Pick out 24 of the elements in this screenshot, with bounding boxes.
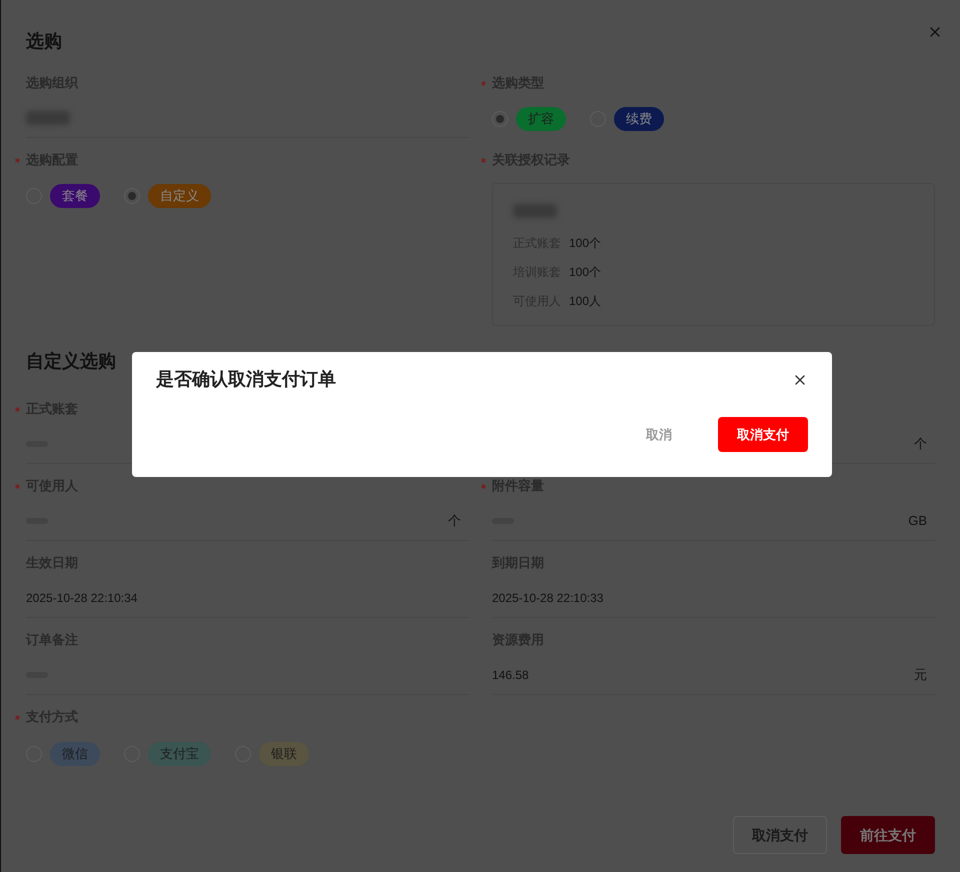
field-value: 146.58 (492, 666, 529, 684)
unit-label: GB (908, 512, 927, 530)
section-title: 自定义选购 (26, 350, 117, 373)
cancel-button[interactable]: 取消 (638, 417, 680, 452)
option-tag[interactable]: 扩容 (516, 107, 566, 131)
radio-button[interactable] (492, 111, 508, 127)
option-tag[interactable]: 微信 (50, 742, 100, 766)
unit-label: 个 (914, 434, 927, 453)
field-value: 2025-10-28 22:10:34 (26, 590, 138, 606)
record-value: 100个 (569, 235, 602, 252)
field-value: 2025-10-28 22:10:33 (492, 590, 604, 606)
record-value: 100个 (569, 264, 602, 281)
unit-label: 元 (914, 666, 927, 684)
confirm-button[interactable]: 取消支付 (718, 417, 808, 452)
radio-button[interactable] (124, 188, 140, 204)
primary-button[interactable]: 前往支付 (841, 816, 935, 854)
option-tag[interactable]: 续费 (614, 107, 664, 131)
record-value: 100人 (569, 293, 602, 310)
dialog-title: 选购 (26, 30, 62, 53)
option-tag[interactable]: 银联 (259, 742, 309, 766)
confirm-title: 是否确认取消支付订单 (156, 368, 336, 391)
unit-label: 个 (448, 512, 461, 530)
option-tag[interactable]: 自定义 (148, 184, 211, 208)
option-tag[interactable]: 套餐 (50, 184, 100, 208)
